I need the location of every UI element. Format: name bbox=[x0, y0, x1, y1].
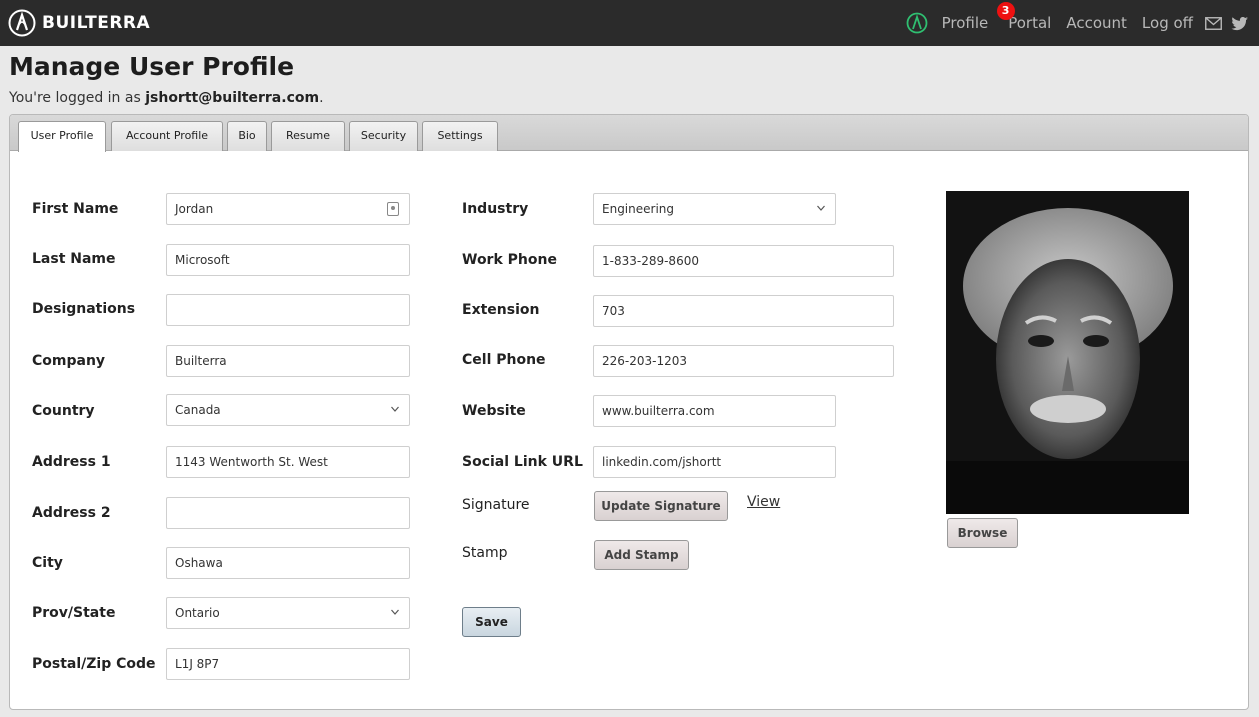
address1-label: Address 1 bbox=[32, 454, 111, 470]
tab-resume[interactable]: Resume bbox=[271, 121, 345, 151]
nav-portal-link[interactable]: Portal bbox=[1008, 14, 1051, 32]
update-signature-button[interactable]: Update Signature bbox=[594, 491, 728, 521]
website-label: Website bbox=[462, 403, 526, 419]
logged-prefix: You're logged in as bbox=[9, 90, 146, 106]
add-stamp-button[interactable]: Add Stamp bbox=[594, 540, 689, 570]
postal-input[interactable]: L1J 8P7 bbox=[166, 648, 410, 680]
industry-label: Industry bbox=[462, 201, 529, 217]
designations-input[interactable] bbox=[166, 294, 410, 326]
twitter-icon[interactable] bbox=[1231, 16, 1249, 31]
country-label: Country bbox=[32, 403, 95, 419]
first-name-label: First Name bbox=[32, 201, 119, 217]
prov-value: Ontario bbox=[175, 606, 220, 620]
tab-bio[interactable]: Bio bbox=[227, 121, 267, 151]
industry-value: Engineering bbox=[602, 202, 674, 216]
social-link-label: Social Link URL bbox=[462, 454, 583, 470]
chevron-down-icon bbox=[391, 406, 399, 412]
chevron-down-icon bbox=[391, 609, 399, 615]
tab-bar: User Profile Account Profile Bio Resume … bbox=[10, 115, 1248, 152]
company-input[interactable]: Builterra bbox=[166, 345, 410, 377]
social-link-input[interactable]: linkedin.com/jshortt bbox=[593, 446, 836, 478]
first-name-value: Jordan bbox=[175, 202, 214, 216]
nav-logoff-link[interactable]: Log off bbox=[1142, 14, 1193, 32]
nav-profile-link[interactable]: Profile bbox=[942, 14, 989, 32]
logged-suffix: . bbox=[319, 90, 324, 106]
mail-icon[interactable] bbox=[1205, 16, 1222, 30]
signature-label: Signature bbox=[462, 497, 530, 513]
prov-label: Prov/State bbox=[32, 605, 116, 621]
profile-photo-image bbox=[946, 191, 1189, 514]
city-input[interactable]: Oshawa bbox=[166, 547, 410, 579]
first-name-input[interactable]: Jordan bbox=[166, 193, 410, 225]
tab-settings[interactable]: Settings bbox=[422, 121, 498, 151]
designations-label: Designations bbox=[32, 301, 136, 317]
address1-input[interactable]: 1143 Wentworth St. West bbox=[166, 446, 410, 478]
tab-user-profile[interactable]: User Profile bbox=[18, 121, 106, 152]
country-select[interactable]: Canada bbox=[166, 394, 410, 426]
industry-select[interactable]: Engineering bbox=[593, 193, 836, 225]
view-signature-link[interactable]: View bbox=[747, 494, 780, 510]
website-input[interactable]: www.builterra.com bbox=[593, 395, 836, 427]
logged-user: jshortt@builterra.com bbox=[145, 90, 320, 106]
tab-account-profile[interactable]: Account Profile bbox=[111, 121, 223, 151]
address2-input[interactable] bbox=[166, 497, 410, 529]
notification-badge: 3 bbox=[996, 2, 1015, 20]
logged-in-text: You're logged in as jshortt@builterra.co… bbox=[9, 90, 324, 106]
top-nav-links: Profile 3 Portal Account Log off bbox=[906, 0, 1249, 46]
chevron-down-icon bbox=[817, 205, 825, 211]
work-phone-input[interactable]: 1-833-289-8600 bbox=[593, 245, 894, 277]
top-navbar: BUILTERRA Profile 3 Portal Account Log o… bbox=[0, 0, 1259, 46]
prov-select[interactable]: Ontario bbox=[166, 597, 410, 629]
browse-photo-button[interactable]: Browse bbox=[947, 518, 1018, 548]
page-title: Manage User Profile bbox=[9, 52, 295, 81]
postal-label: Postal/Zip Code bbox=[32, 656, 156, 672]
contact-card-icon[interactable] bbox=[387, 202, 399, 216]
cell-phone-input[interactable]: 226-203-1203 bbox=[593, 345, 894, 377]
cell-phone-label: Cell Phone bbox=[462, 352, 546, 368]
builterra-logo-icon bbox=[8, 9, 36, 37]
last-name-label: Last Name bbox=[32, 251, 116, 267]
extension-input[interactable]: 703 bbox=[593, 295, 894, 327]
profile-photo bbox=[946, 191, 1189, 514]
tab-security[interactable]: Security bbox=[349, 121, 418, 151]
company-label: Company bbox=[32, 353, 106, 369]
country-value: Canada bbox=[175, 403, 221, 417]
city-label: City bbox=[32, 555, 63, 571]
extension-label: Extension bbox=[462, 302, 540, 318]
stamp-label: Stamp bbox=[462, 545, 508, 561]
builterra-logo-icon bbox=[906, 12, 927, 34]
last-name-input[interactable]: Microsoft bbox=[166, 244, 410, 276]
brand[interactable]: BUILTERRA bbox=[8, 8, 150, 38]
brand-name: BUILTERRA bbox=[42, 13, 151, 33]
nav-account-link[interactable]: Account bbox=[1066, 14, 1127, 32]
save-button[interactable]: Save bbox=[462, 607, 521, 637]
nav-profile-wrap: Profile 3 bbox=[942, 2, 1015, 32]
work-phone-label: Work Phone bbox=[462, 252, 557, 268]
address2-label: Address 2 bbox=[32, 505, 111, 521]
